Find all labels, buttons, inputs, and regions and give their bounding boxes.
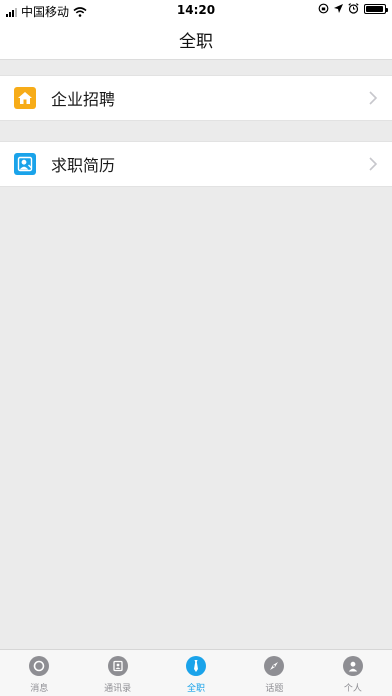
tab-label: 话题 bbox=[265, 684, 284, 694]
location-arrow-icon bbox=[334, 4, 343, 13]
alarm-clock-icon bbox=[348, 3, 359, 14]
navigation-bar: 全职 bbox=[0, 20, 392, 60]
tab-label: 全职 bbox=[187, 684, 206, 694]
tab-contacts[interactable]: 通讯录 bbox=[78, 650, 156, 696]
menu-item-label: 求职简历 bbox=[51, 156, 116, 175]
tab-label: 消息 bbox=[30, 684, 49, 694]
tab-profile[interactable]: 个人 bbox=[314, 650, 392, 696]
page-title: 全职 bbox=[179, 32, 213, 52]
tab-topics[interactable]: 话题 bbox=[235, 650, 313, 696]
chat-bubble-icon bbox=[29, 656, 50, 676]
menu-item-label: 企业招聘 bbox=[51, 90, 116, 109]
chevron-right-icon bbox=[369, 91, 378, 105]
tab-fulltime[interactable]: 全职 bbox=[157, 650, 235, 696]
tie-icon bbox=[186, 656, 207, 676]
chevron-right-icon bbox=[369, 157, 378, 171]
orientation-lock-icon bbox=[318, 3, 329, 14]
compass-icon bbox=[264, 656, 285, 676]
tab-label: 通讯录 bbox=[104, 684, 132, 694]
battery-icon bbox=[364, 3, 388, 14]
app-screen: 中国移动 14:20 全职 企业招聘 求职简历 消息 通讯录 全职 话题 个人 bbox=[0, 0, 392, 696]
house-icon bbox=[14, 87, 36, 109]
menu-item-job-resume[interactable]: 求职简历 bbox=[0, 141, 392, 187]
status-bar: 中国移动 14:20 bbox=[0, 0, 392, 20]
tab-bar: 消息 通讯录 全职 话题 个人 bbox=[0, 649, 392, 696]
battery-level bbox=[366, 5, 384, 12]
user-icon bbox=[342, 656, 363, 676]
tab-messages[interactable]: 消息 bbox=[0, 650, 78, 696]
contacts-book-icon bbox=[107, 656, 128, 676]
person-card-icon bbox=[14, 153, 36, 175]
tab-label: 个人 bbox=[343, 684, 362, 694]
menu-item-company-recruitment[interactable]: 企业招聘 bbox=[0, 75, 392, 121]
status-right bbox=[318, 3, 388, 14]
